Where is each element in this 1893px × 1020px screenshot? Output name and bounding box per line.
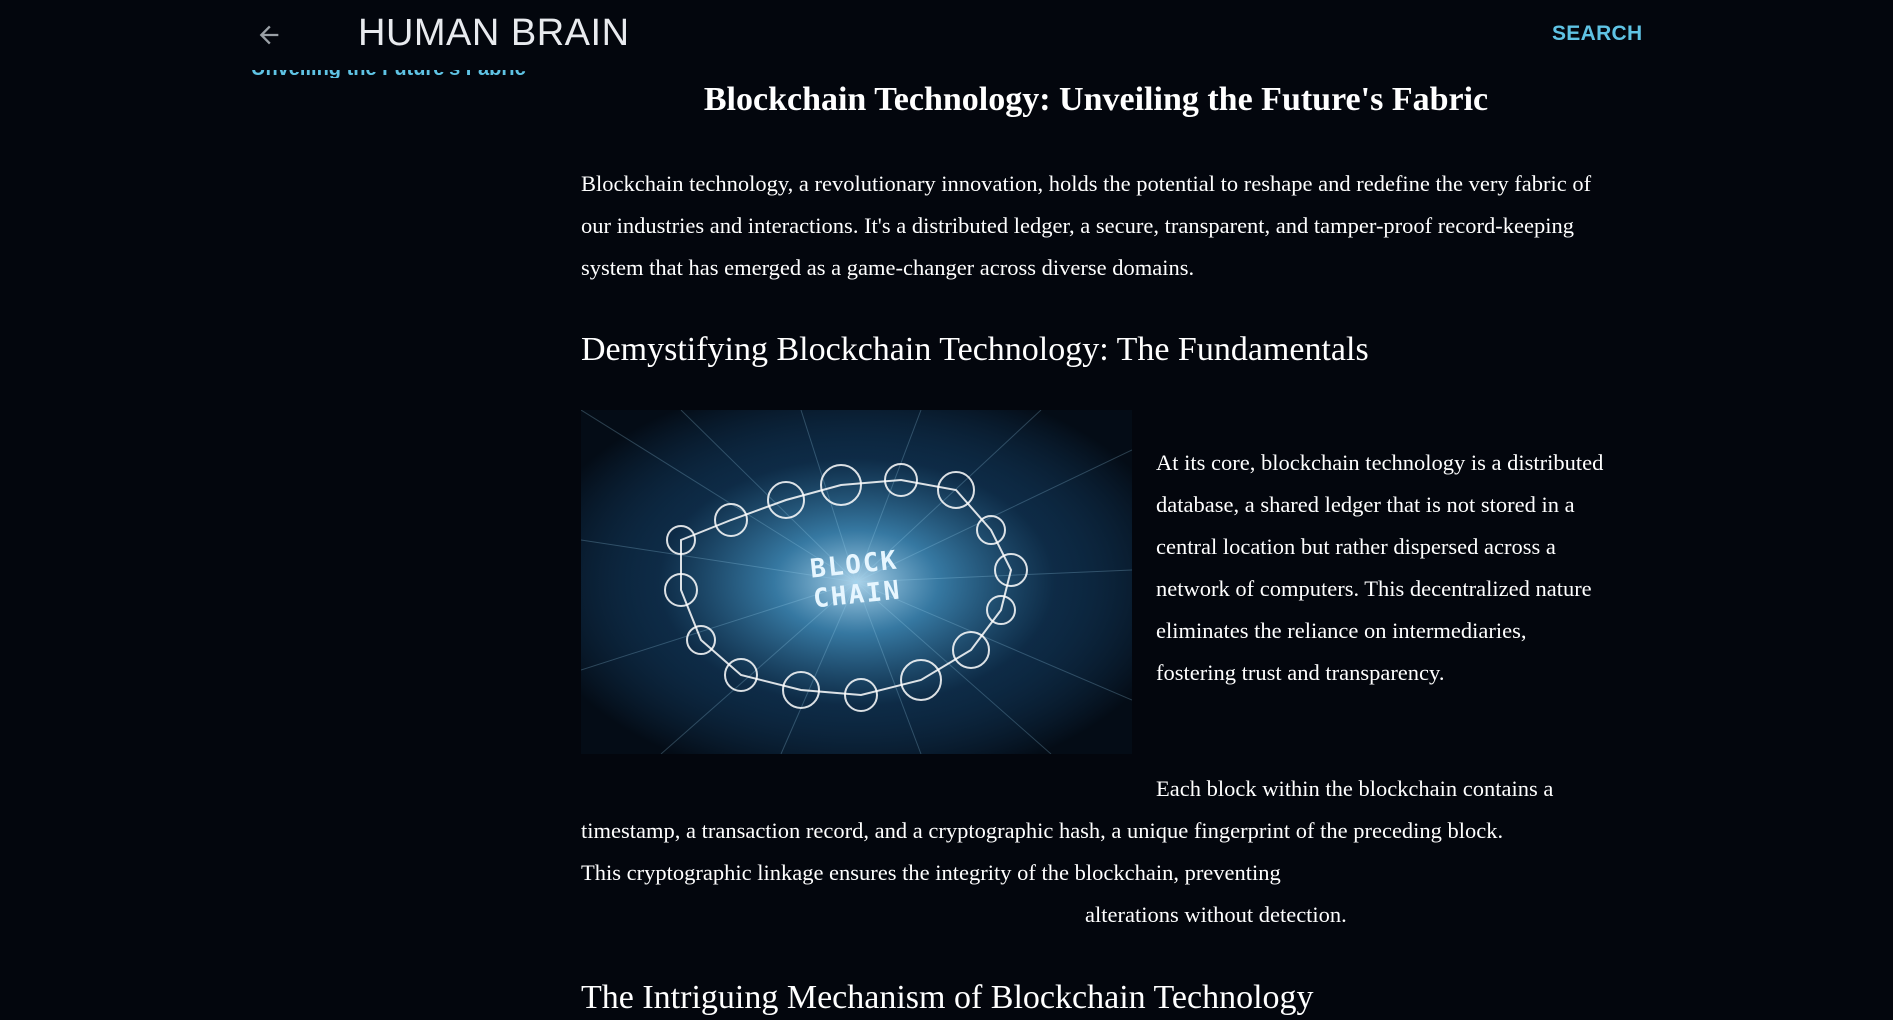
- search-button[interactable]: SEARCH: [1552, 22, 1642, 46]
- site-title[interactable]: HUMAN BRAIN: [358, 12, 630, 55]
- paragraph-line: This cryptographic linkage ensures the i…: [581, 860, 1281, 885]
- paragraph-line: timestamp, a transaction record, and a c…: [581, 818, 1504, 843]
- section-heading-mechanism: The Intriguing Mechanism of Blockchain T…: [581, 979, 1314, 1016]
- fundamentals-paragraph-2: Each block within the blockchain contain…: [581, 768, 1611, 936]
- section-heading-fundamentals: Demystifying Blockchain Technology: The …: [581, 331, 1369, 368]
- paragraph-line: Each block within the blockchain contain…: [1156, 776, 1554, 801]
- intro-paragraph: Blockchain technology, a revolutionary i…: [581, 171, 1592, 280]
- app-bar: HUMAN BRAIN SEARCH: [0, 0, 1893, 70]
- fundamentals-paragraph-1: At its core, blockchain technology is a …: [1156, 450, 1604, 685]
- back-button[interactable]: [248, 14, 290, 56]
- blockchain-illustration: BLOCK CHAIN: [581, 410, 1132, 754]
- post-title: Blockchain Technology: Unveiling the Fut…: [703, 81, 1489, 118]
- paragraph-line: alterations without detection.: [1085, 902, 1347, 927]
- arrow-left-icon: [259, 25, 279, 45]
